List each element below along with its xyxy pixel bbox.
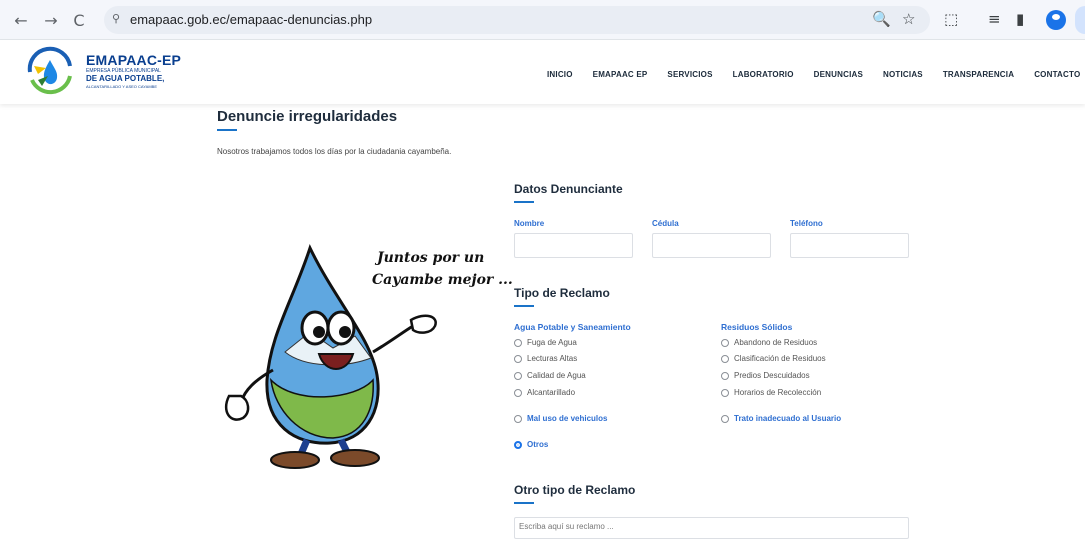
radio-circle-icon[interactable] — [514, 338, 522, 347]
radio-label: Fuga de Agua — [527, 338, 577, 347]
radio-circle-icon[interactable] — [721, 338, 729, 347]
nav-contacto[interactable]: CONTACTO — [1034, 70, 1080, 79]
radio-label: Alcantarillado — [527, 388, 576, 397]
title-underline — [217, 129, 237, 131]
side-panel-icon[interactable]: ▮ — [1016, 10, 1024, 28]
radio-calidad-de-agua[interactable]: Calidad de Agua — [514, 371, 586, 380]
radio-checked-icon[interactable] — [514, 440, 522, 449]
bookmark-star-icon[interactable]: ☆ — [902, 10, 915, 28]
radio-label: Abandono de Residuos — [734, 338, 818, 347]
cedula-label: Cédula — [652, 219, 679, 228]
radio-horarios-de-recoleccion[interactable]: Horarios de Recolección — [721, 388, 821, 397]
radio-predios-descuidados[interactable]: Predios Descuidados — [721, 371, 810, 380]
radio-label: Otros — [527, 440, 549, 449]
cedula-input[interactable] — [652, 233, 771, 258]
telefono-label: Teléfono — [790, 219, 823, 228]
radio-label: Horarios de Recolección — [734, 388, 822, 397]
group-agua-label: Agua Potable y Saneamiento — [514, 322, 631, 332]
main-nav: INICIO EMAPAAC EP SERVICIOS LABORATORIO … — [547, 70, 1080, 79]
slogan-line: Cayambe mejor ... — [372, 272, 513, 288]
radio-fuga-de-agua[interactable]: Fuga de Agua — [514, 338, 577, 347]
logo-subtitle: ALCANTARILLADO Y ASEO CAYAMBE — [86, 84, 157, 89]
slogan-line: Juntos por un — [377, 250, 485, 266]
radio-circle-icon[interactable] — [514, 414, 522, 423]
nav-laboratorio[interactable]: LABORATORIO — [733, 70, 794, 79]
section-underline — [514, 201, 534, 203]
radio-label: Calidad de Agua — [527, 371, 586, 380]
radio-trato-inadecuado[interactable]: Trato inadecuado al Usuario — [721, 414, 841, 423]
nav-denuncias[interactable]: DENUNCIAS — [814, 70, 863, 79]
section-underline — [514, 502, 534, 504]
forward-icon[interactable]: → — [40, 9, 62, 31]
nombre-input[interactable] — [514, 233, 633, 258]
extensions-icon[interactable]: ⬚ — [944, 10, 958, 28]
page-intro: Nosotros trabajamos todos los días por l… — [217, 147, 452, 156]
radio-label: Trato inadecuado al Usuario — [734, 414, 842, 423]
telefono-input[interactable] — [790, 233, 909, 258]
section-underline — [514, 305, 534, 307]
radio-circle-icon[interactable] — [721, 354, 729, 363]
radio-clasificacion-de-residuos[interactable]: Clasificación de Residuos — [721, 354, 826, 363]
page-title: Denuncie irregularidades — [217, 108, 398, 125]
section-tipo-title: Tipo de Reclamo — [514, 286, 610, 300]
radio-lecturas-altas[interactable]: Lecturas Altas — [514, 354, 577, 363]
nav-inicio[interactable]: INICIO — [547, 70, 573, 79]
reload-icon[interactable]: C — [68, 9, 90, 31]
emapaac-logo-icon[interactable] — [24, 46, 76, 98]
otro-reclamo-placeholder: Escriba aquí su reclamo ... — [519, 522, 614, 531]
zoom-icon[interactable]: 🔍 — [872, 10, 891, 28]
radio-circle-icon[interactable] — [721, 414, 729, 423]
nombre-label: Nombre — [514, 219, 545, 228]
group-residuos-label: Residuos Sólidos — [721, 322, 793, 332]
radio-circle-icon[interactable] — [514, 388, 522, 397]
radio-abandono-de-residuos[interactable]: Abandono de Residuos — [721, 338, 817, 347]
logo-subtitle: DE AGUA POTABLE, — [86, 74, 165, 83]
section-otro-title: Otro tipo de Reclamo — [514, 483, 636, 497]
radio-circle-icon[interactable] — [514, 371, 522, 380]
profile-avatar[interactable] — [1046, 10, 1066, 30]
nav-transparencia[interactable]: TRANSPARENCIA — [943, 70, 1014, 79]
nav-noticias[interactable]: NOTICIAS — [883, 70, 923, 79]
radio-otros[interactable]: Otros — [514, 440, 548, 449]
radio-circle-icon[interactable] — [514, 354, 522, 363]
section-datos-title: Datos Denunciante — [514, 182, 623, 196]
nav-emapaac-ep[interactable]: EMAPAAC EP — [593, 70, 648, 79]
radio-circle-icon[interactable] — [721, 371, 729, 380]
radio-mal-uso-de-vehiculos[interactable]: Mal uso de vehiculos — [514, 414, 607, 423]
profile-chip[interactable] — [1075, 6, 1085, 34]
logo-title[interactable]: EMAPAAC-EP — [86, 52, 181, 68]
radio-label: Predios Descuidados — [734, 371, 810, 380]
radio-alcantarillado[interactable]: Alcantarillado — [514, 388, 575, 397]
browser-toolbar: ← → C ⚲ emapaac.gob.ec/emapaac-denuncias… — [0, 0, 1085, 40]
radio-label: Lecturas Altas — [527, 354, 578, 363]
nav-servicios[interactable]: SERVICIOS — [667, 70, 712, 79]
radio-circle-icon[interactable] — [721, 388, 729, 397]
site-info-icon[interactable]: ⚲ — [112, 12, 120, 25]
url-text[interactable]: emapaac.gob.ec/emapaac-denuncias.php — [130, 12, 372, 27]
reading-list-icon[interactable]: ≡ — [988, 10, 1001, 28]
radio-label: Clasificación de Residuos — [734, 354, 826, 363]
radio-label: Mal uso de vehiculos — [527, 414, 608, 423]
back-icon[interactable]: ← — [10, 9, 32, 31]
